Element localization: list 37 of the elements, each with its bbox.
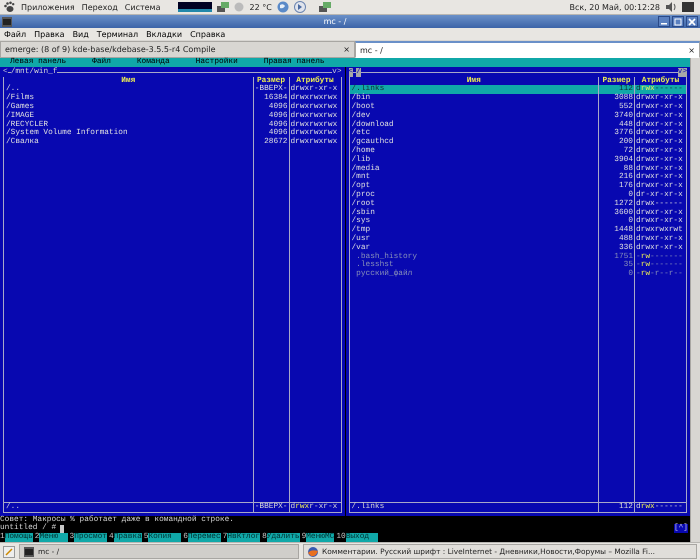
foot-icon[interactable] [3,1,15,13]
network-icon[interactable] [217,2,230,12]
cursor [60,524,64,533]
menu-item[interactable]: Вкладки [146,30,182,38]
terminal-tab[interactable]: mc - / × [355,41,700,58]
panel-menu[interactable]: Переход [80,2,119,12]
terminal-icon [24,546,34,556]
menu-item[interactable]: Справка [190,30,226,38]
tab-label[interactable]: mc - / [360,46,383,54]
minimize-icon [661,23,667,25]
close-button[interactable] [686,16,698,27]
menu-item[interactable]: Файл [4,30,26,38]
system-monitor-icon[interactable] [178,2,212,12]
maximize-button[interactable] [672,16,684,27]
terminal-icon[interactable] [2,16,12,26]
network-icon[interactable] [318,2,331,12]
tab-close[interactable]: × [688,46,695,54]
menu-item[interactable]: Правка [34,30,65,38]
temperature: 22 °C [249,2,272,12]
panel-menu[interactable]: Приложения [20,2,76,12]
clock[interactable]: Вск, 20 Май, 00:12:28 [569,2,660,12]
close-icon [688,18,696,26]
speaker-icon[interactable] [665,1,677,13]
scrollbar[interactable] [690,58,700,542]
show-desktop-icon[interactable] [3,546,15,558]
update-icon[interactable] [294,1,306,13]
maximize-icon [674,18,682,26]
window-title: mc - / [322,17,348,26]
tab-label[interactable]: emerge: (8 of 9) kde-base/kdebase-3.5.5-r4 Compile [5,45,216,54]
menu-item[interactable]: Терминал [96,30,138,38]
menu-item[interactable]: Вид [72,30,89,38]
globe-icon[interactable] [276,1,289,13]
browser-icon [308,546,318,556]
terminal-tab[interactable]: emerge: (8 of 9) kde-base/kdebase-3.5.5-r4 Compile × [0,41,355,58]
tab-close[interactable]: × [343,45,350,54]
panel-menu[interactable]: Система [124,2,162,12]
minimize-button[interactable] [658,16,670,27]
